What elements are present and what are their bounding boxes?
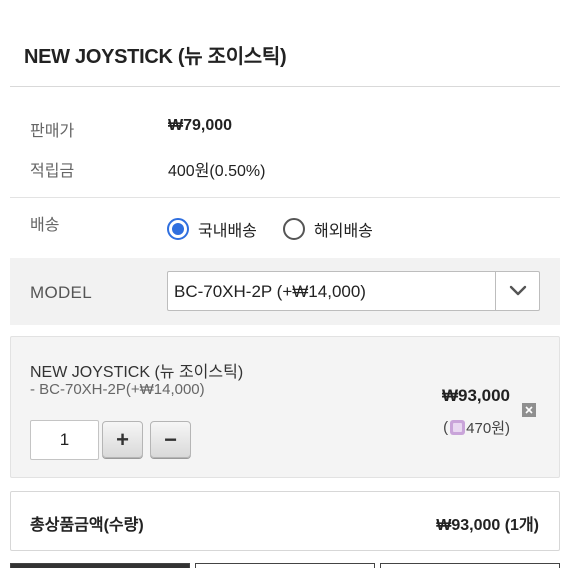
dropdown-toggle[interactable]: [495, 272, 539, 310]
quantity-plus-button[interactable]: +: [102, 421, 143, 458]
total-value: ₩93,000 (1개): [436, 517, 539, 534]
remove-option-button[interactable]: [522, 403, 536, 417]
model-select-value: BC-70XH-2P (+₩14,000): [174, 282, 366, 301]
wishlist-button[interactable]: [380, 563, 560, 568]
selected-option-variant: - BC-70XH-2P(+₩14,000): [30, 381, 205, 398]
close-icon: [525, 406, 533, 414]
chevron-down-icon: [509, 285, 526, 296]
points-amount: 470원): [466, 420, 510, 437]
product-title: NEW JOYSTICK (뉴 조이스틱): [24, 46, 287, 68]
shipping-option-label: 해외배송: [314, 223, 373, 240]
shipping-option-overseas[interactable]: 해외배송: [283, 217, 373, 241]
radio-checked-icon[interactable]: [167, 218, 189, 240]
points-open-paren: (: [443, 419, 449, 436]
info-divider: [10, 197, 560, 198]
shipping-label: 배송: [30, 217, 60, 234]
quantity-input[interactable]: 1: [30, 420, 99, 460]
points-label: 적립금: [30, 163, 75, 180]
points-value: 400원(0.50%): [168, 163, 266, 180]
selected-option-price: ₩93,000: [441, 386, 510, 405]
title-divider: [10, 86, 560, 87]
radio-unchecked-icon[interactable]: [283, 218, 305, 240]
points-icon: [450, 420, 466, 435]
shipping-option-label: 국내배송: [198, 223, 257, 240]
selected-option-name: NEW JOYSTICK (뉴 조이스틱): [30, 364, 244, 381]
add-to-cart-button[interactable]: [195, 563, 375, 568]
shipping-option-domestic[interactable]: 국내배송: [167, 217, 257, 241]
selected-option-points: ( 470원): [443, 417, 510, 438]
model-label: MODEL: [30, 283, 92, 302]
quantity-minus-button[interactable]: −: [150, 421, 191, 458]
price-label: 판매가: [30, 123, 75, 140]
total-label: 총상품금액(수량): [30, 517, 144, 534]
price-value: ₩79,000: [168, 117, 233, 134]
buy-now-button[interactable]: [10, 563, 190, 568]
model-select[interactable]: BC-70XH-2P (+₩14,000): [167, 271, 540, 311]
